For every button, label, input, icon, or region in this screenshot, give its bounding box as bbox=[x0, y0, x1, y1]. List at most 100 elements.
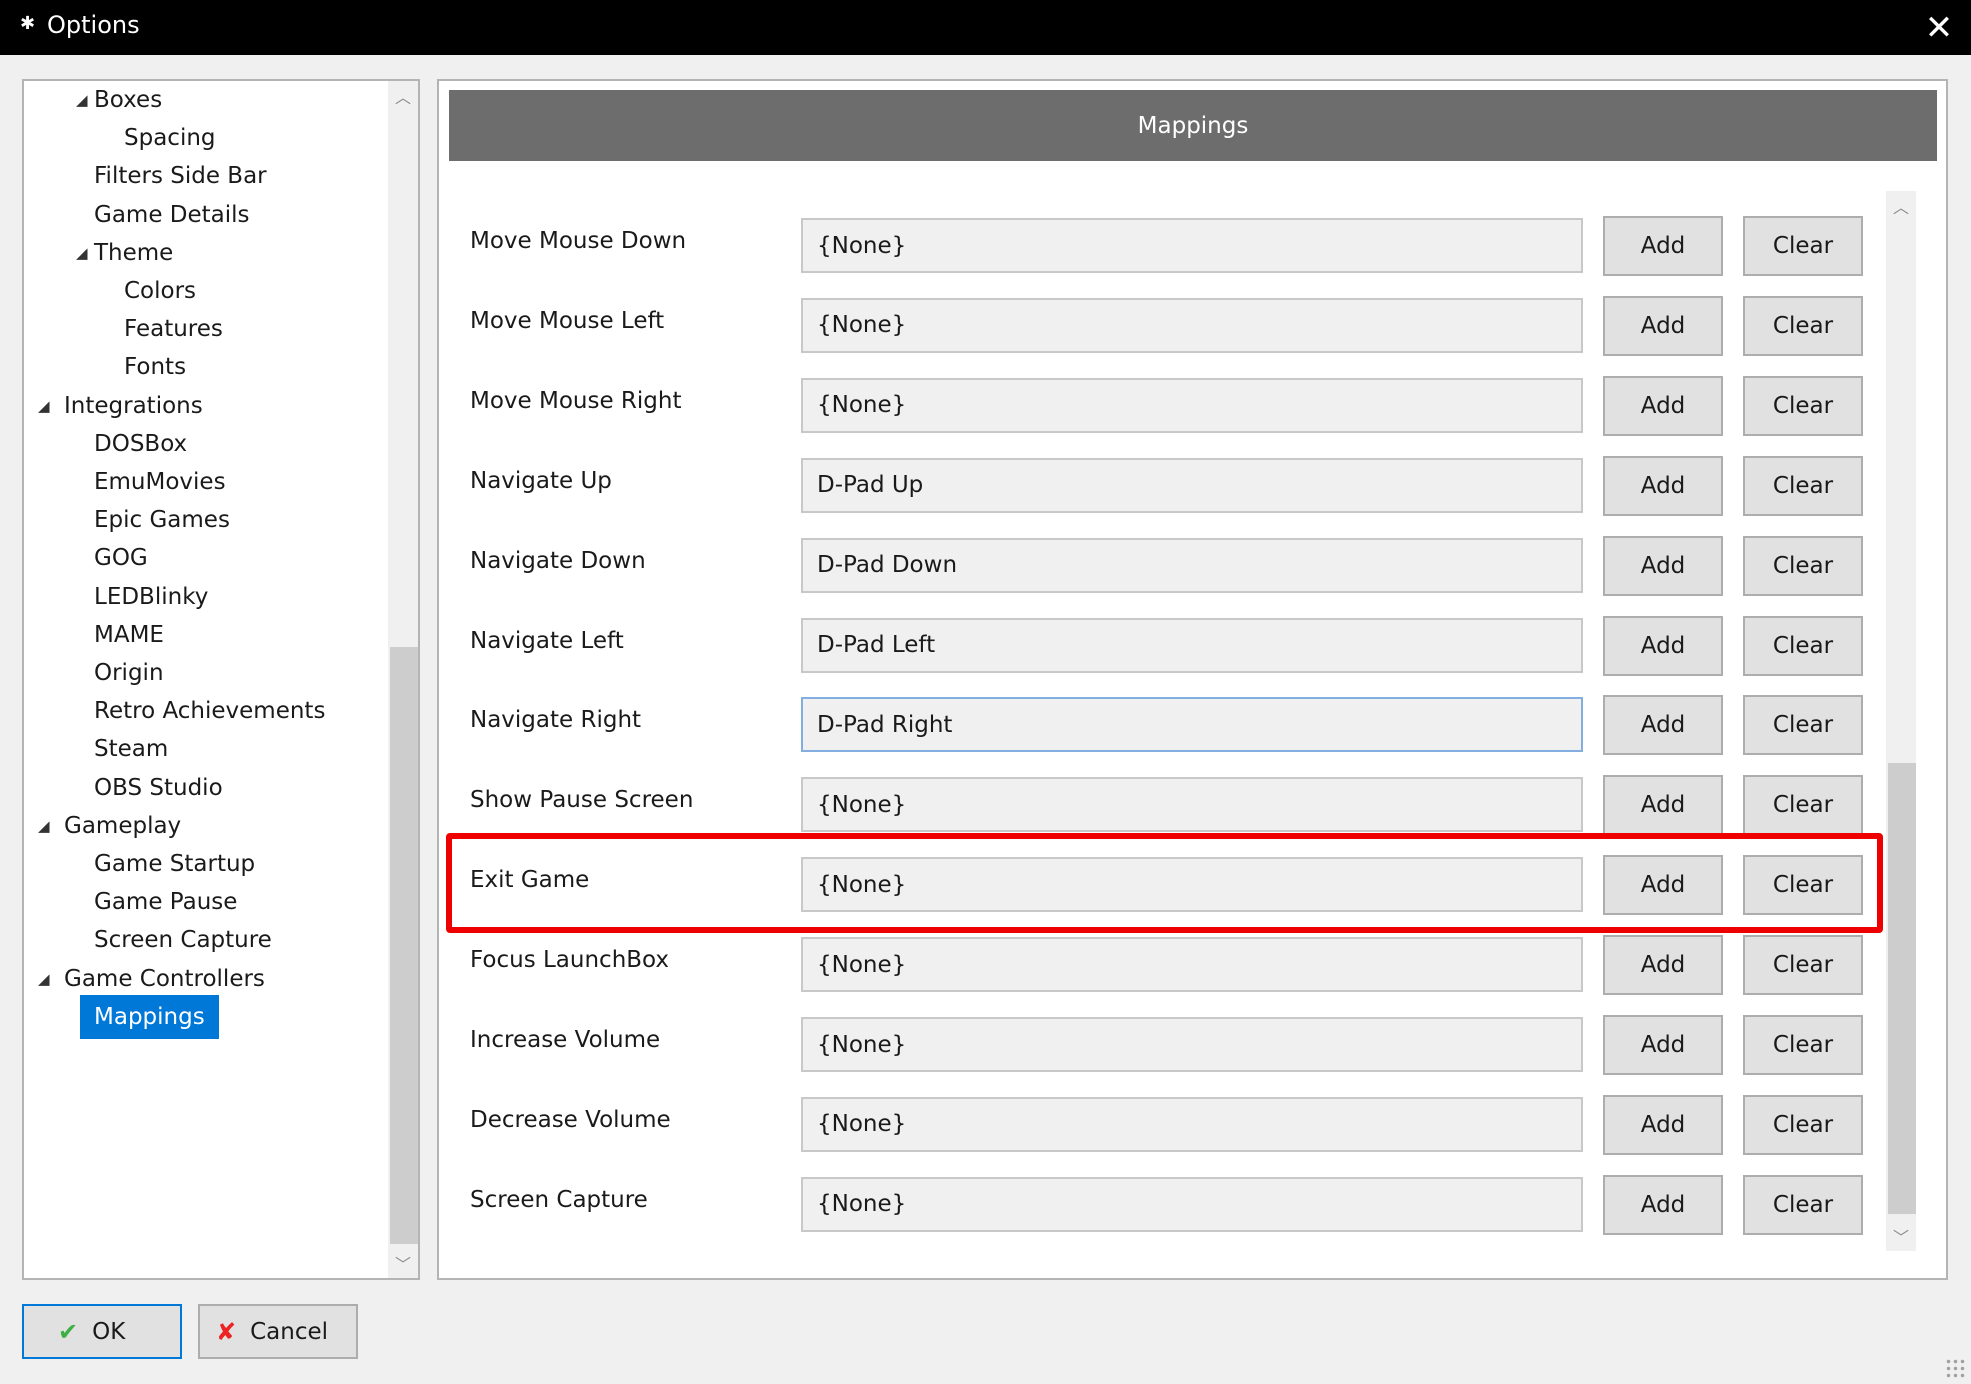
tree-item-label: Game Startup bbox=[94, 851, 256, 877]
cancel-button[interactable]: ✘ Cancel bbox=[198, 1304, 358, 1359]
clear-button[interactable]: Clear bbox=[1743, 615, 1863, 676]
mapping-value-field[interactable] bbox=[801, 617, 1583, 673]
tree-item-label: Filters Side Bar bbox=[94, 163, 267, 190]
scroll-up-icon[interactable]: ︿ bbox=[388, 81, 418, 111]
add-button[interactable]: Add bbox=[1603, 615, 1723, 676]
mapping-value-field[interactable] bbox=[801, 937, 1583, 993]
mapping-value-field[interactable] bbox=[801, 777, 1583, 833]
add-button[interactable]: Add bbox=[1603, 935, 1723, 996]
mapping-row: Navigate Right Add Clear bbox=[439, 680, 1919, 760]
mapping-value-field[interactable] bbox=[801, 537, 1583, 593]
tree-item-label: GOG bbox=[94, 545, 148, 572]
scroll-down-icon[interactable]: ﹀ bbox=[1886, 1221, 1916, 1251]
mapping-row: Navigate Left Add Clear bbox=[439, 601, 1919, 681]
resize-grip-icon[interactable] bbox=[1945, 1358, 1967, 1380]
mapping-value-field[interactable] bbox=[801, 218, 1583, 273]
x-icon: ✘ bbox=[216, 1317, 237, 1346]
tree-item[interactable]: Mappings bbox=[24, 994, 219, 1039]
add-button[interactable]: Add bbox=[1603, 1015, 1723, 1075]
mapping-value-field[interactable] bbox=[801, 697, 1583, 753]
clear-button[interactable]: Clear bbox=[1743, 775, 1863, 836]
window-title: Options bbox=[47, 11, 140, 39]
add-button[interactable]: Add bbox=[1603, 695, 1723, 756]
tree-item-label: Integrations bbox=[64, 392, 203, 419]
mapping-label: Navigate Down bbox=[470, 547, 646, 574]
clear-button[interactable]: Clear bbox=[1743, 1015, 1863, 1075]
add-button[interactable]: Add bbox=[1603, 1174, 1723, 1235]
mapping-row: Show Pause Screen Add Clear bbox=[439, 760, 1919, 840]
mapping-row: Screen Capture Add Clear bbox=[439, 1160, 1919, 1240]
tree-item-label: Boxes bbox=[94, 87, 163, 113]
checkmark-icon: ✔ bbox=[58, 1317, 79, 1346]
title-bar: ✱ Options ✕ bbox=[0, 0, 1971, 55]
add-button[interactable]: Add bbox=[1603, 855, 1723, 916]
mapping-value-field[interactable] bbox=[801, 857, 1583, 913]
ok-button[interactable]: ✔ OK bbox=[22, 1304, 182, 1359]
tree-item-label: MAME bbox=[94, 621, 164, 648]
mapping-label: Show Pause Screen bbox=[470, 787, 694, 814]
tree-item-label: Origin bbox=[94, 660, 164, 686]
scroll-up-icon[interactable]: ︿ bbox=[1886, 191, 1916, 221]
mapping-row: Navigate Down Add Clear bbox=[439, 521, 1919, 601]
tree-item-label: Game Details bbox=[94, 201, 250, 228]
tree-item-label: Fonts bbox=[124, 354, 187, 381]
mapping-value-field[interactable] bbox=[801, 297, 1583, 353]
tree-item-label: DOSBox bbox=[94, 430, 188, 457]
mapping-label: Screen Capture bbox=[470, 1186, 648, 1213]
clear-button[interactable]: Clear bbox=[1743, 295, 1863, 356]
scroll-down-icon[interactable]: ﹀ bbox=[388, 1248, 418, 1278]
clear-button[interactable]: Clear bbox=[1743, 695, 1863, 756]
mapping-row: Focus LaunchBox Add Clear bbox=[439, 920, 1919, 1000]
add-button[interactable]: Add bbox=[1603, 295, 1723, 356]
tree-item-label: Features bbox=[124, 316, 223, 343]
options-tree: ◢ Boxes Spacing Filters Side Bar Game Detail… bbox=[22, 79, 420, 1280]
clear-button[interactable]: Clear bbox=[1743, 1174, 1863, 1235]
mappings-scrollbar[interactable]: ︿ ﹀ bbox=[1886, 191, 1916, 1251]
clear-button[interactable]: Clear bbox=[1743, 855, 1863, 916]
close-icon: ✕ bbox=[1924, 7, 1954, 48]
add-button[interactable]: Add bbox=[1603, 375, 1723, 436]
tree-item-label: Mappings bbox=[80, 994, 219, 1039]
tree-scroll-thumb[interactable] bbox=[390, 647, 418, 1244]
mapping-row: Increase Volume Add Clear bbox=[439, 1000, 1919, 1080]
add-button[interactable]: Add bbox=[1603, 455, 1723, 516]
gear-icon: ✱ bbox=[20, 13, 36, 34]
tree-item-label: Retro Achievements bbox=[94, 698, 326, 725]
mapping-label: Decrease Volume bbox=[470, 1106, 671, 1133]
tree-item-label: Epic Games bbox=[94, 507, 230, 534]
tree-item-label: LEDBlinky bbox=[94, 583, 209, 610]
tree-item-label: Gameplay bbox=[64, 812, 182, 839]
mapping-label: Navigate Up bbox=[470, 467, 612, 494]
mappings-scroll-thumb[interactable] bbox=[1888, 763, 1916, 1214]
clear-button[interactable]: Clear bbox=[1743, 216, 1863, 276]
mapping-label: Increase Volume bbox=[470, 1027, 661, 1053]
tree-item-label: Theme bbox=[94, 239, 174, 266]
mapping-row: Move Mouse Down Add Clear bbox=[439, 201, 1919, 281]
tree-item-label: Game Pause bbox=[94, 889, 238, 916]
mapping-value-field[interactable] bbox=[801, 377, 1583, 433]
mapping-value-field[interactable] bbox=[801, 1176, 1583, 1232]
mapping-label: Exit Game bbox=[470, 867, 590, 894]
mapping-row: Exit Game Add Clear bbox=[439, 840, 1919, 920]
ok-button-label: OK bbox=[92, 1318, 126, 1345]
clear-button[interactable]: Clear bbox=[1743, 535, 1863, 596]
add-button[interactable]: Add bbox=[1603, 216, 1723, 276]
section-header: Mappings bbox=[449, 90, 1937, 161]
mapping-row: Move Mouse Left Add Clear bbox=[439, 281, 1919, 361]
tree-item-label: Steam bbox=[94, 736, 169, 763]
close-button[interactable]: ✕ bbox=[1907, 0, 1971, 55]
clear-button[interactable]: Clear bbox=[1743, 1094, 1863, 1155]
mapping-label: Move Mouse Left bbox=[470, 307, 665, 334]
mapping-value-field[interactable] bbox=[801, 457, 1583, 513]
mapping-row: Navigate Up Add Clear bbox=[439, 441, 1919, 521]
clear-button[interactable]: Clear bbox=[1743, 455, 1863, 516]
clear-button[interactable]: Clear bbox=[1743, 935, 1863, 996]
mapping-value-field[interactable] bbox=[801, 1096, 1583, 1152]
tree-scrollbar[interactable]: ︿ ﹀ bbox=[388, 81, 418, 1278]
tree-item-label: Colors bbox=[124, 278, 197, 304]
clear-button[interactable]: Clear bbox=[1743, 375, 1863, 436]
add-button[interactable]: Add bbox=[1603, 535, 1723, 596]
add-button[interactable]: Add bbox=[1603, 775, 1723, 836]
add-button[interactable]: Add bbox=[1603, 1094, 1723, 1155]
mapping-value-field[interactable] bbox=[801, 1017, 1583, 1072]
